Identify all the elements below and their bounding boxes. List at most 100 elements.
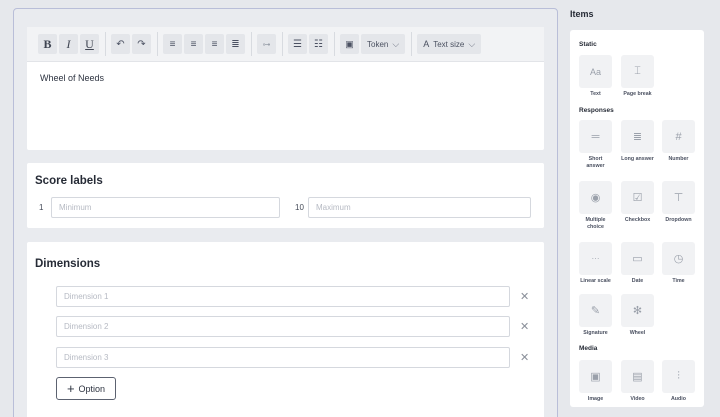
item-long-answer[interactable]: ≣ Long answer: [621, 120, 654, 163]
text-size-dropdown-label: Text size: [433, 39, 465, 49]
toolbar-divider: [251, 32, 252, 56]
rich-text-editor[interactable]: Wheel of Needs: [27, 62, 544, 94]
image-icon: ▣: [579, 360, 612, 393]
item-video[interactable]: ▤ Video: [621, 360, 654, 403]
items-panel: Static Aa Text ⌶ Page break Responses ═ …: [570, 30, 704, 407]
underline-button[interactable]: U: [80, 34, 99, 54]
token-dropdown[interactable]: Token ⌵: [361, 34, 406, 54]
item-linear-scale[interactable]: ··· Linear scale: [579, 242, 612, 285]
responses-section-label: Responses: [579, 107, 614, 114]
dimensions-card: Dimensions Dimension 1 ✕ Dimension 2 ✕ D…: [27, 242, 544, 417]
item-page-break[interactable]: ⌶ Page break: [621, 55, 654, 98]
page-break-icon: ⌶: [621, 55, 654, 88]
align-justify-button[interactable]: ≣: [226, 34, 245, 54]
redo-button[interactable]: ↷: [132, 34, 151, 54]
remove-dimension-icon[interactable]: ✕: [520, 320, 529, 333]
score-labels-title: Score labels: [35, 175, 103, 187]
signature-icon: ✎: [579, 294, 612, 327]
maximum-label-input[interactable]: Maximum: [308, 197, 531, 218]
align-right-button[interactable]: ≡: [205, 34, 224, 54]
plus-icon: +: [66, 381, 75, 396]
item-signature[interactable]: ✎ Signature: [579, 294, 612, 337]
min-score-number: 1: [39, 203, 44, 212]
bulleted-list-icon: ☰: [293, 38, 302, 50]
linear-scale-icon: ···: [579, 242, 612, 275]
item-dropdown[interactable]: ⊤ Dropdown: [662, 181, 695, 224]
align-left-button[interactable]: ≡: [163, 34, 182, 54]
max-score-number: 10: [295, 203, 304, 212]
item-label: Video: [630, 396, 645, 402]
bulleted-list-button[interactable]: ☰: [288, 34, 307, 54]
item-label: Text: [590, 91, 601, 97]
add-option-label: Option: [78, 383, 106, 394]
item-multiple-choice[interactable]: ◉ Multiple choice: [579, 181, 612, 232]
wheel-icon: ✻: [621, 294, 654, 327]
item-audio[interactable]: ⫶ Audio: [662, 360, 695, 403]
item-label: Audio: [670, 396, 686, 402]
item-label: Long answer: [621, 156, 654, 162]
dimension-placeholder: Dimension 3: [64, 353, 109, 362]
redo-icon: ↷: [137, 38, 146, 50]
item-label: Linear scale: [580, 278, 611, 284]
item-label: Wheel: [629, 330, 646, 336]
toolbar-divider: [334, 32, 335, 56]
item-label: Time: [672, 278, 685, 284]
dimension-input[interactable]: Dimension 2: [56, 316, 510, 337]
short-answer-icon: ═: [579, 120, 612, 153]
item-date[interactable]: ▭ Date: [621, 242, 654, 285]
item-time[interactable]: ◷ Time: [662, 242, 695, 285]
checkbox-icon: ☑: [621, 181, 654, 214]
item-wheel[interactable]: ✻ Wheel: [621, 294, 654, 337]
numbered-list-button[interactable]: ☷: [309, 34, 328, 54]
dimension-row: Dimension 2: [56, 316, 510, 337]
maximum-placeholder: Maximum: [316, 203, 351, 212]
minimum-label-input[interactable]: Minimum: [51, 197, 280, 218]
remove-dimension-icon[interactable]: ✕: [520, 290, 529, 303]
image-icon: ▣: [345, 38, 354, 49]
score-labels-card: Score labels 1 Minimum 10 Maximum: [27, 163, 544, 228]
toolbar-divider: [282, 32, 283, 56]
text-size-dropdown[interactable]: A Text size ⌵: [417, 34, 482, 54]
dimension-row: Dimension 1: [56, 286, 510, 307]
item-short-answer[interactable]: ═ Short answer: [579, 120, 612, 171]
max-score-row: 10 Maximum: [291, 197, 531, 218]
undo-icon: ↶: [116, 38, 125, 50]
align-right-icon: ≡: [211, 38, 218, 50]
text-block-card: B I U ↶ ↷ ≡ ≡ ≡ ≣ ⊶ ☰ ☷ ▣ Token ⌵ A Text…: [27, 27, 544, 150]
dimension-input[interactable]: Dimension 1: [56, 286, 510, 307]
remove-dimension-icon[interactable]: ✕: [520, 351, 529, 364]
editor-content: Wheel of Needs: [40, 73, 105, 83]
dimension-input[interactable]: Dimension 3: [56, 347, 510, 368]
toolbar-divider: [157, 32, 158, 56]
italic-button[interactable]: I: [59, 34, 78, 54]
item-text[interactable]: Aa Text: [579, 55, 612, 98]
bold-button[interactable]: B: [38, 34, 57, 54]
item-label: Checkbox: [624, 217, 651, 223]
undo-button[interactable]: ↶: [111, 34, 130, 54]
link-button[interactable]: ⊶: [257, 34, 276, 54]
dimensions-title: Dimensions: [35, 258, 101, 270]
link-icon: ⊶: [262, 39, 271, 49]
time-icon: ◷: [662, 242, 695, 275]
item-label: Image: [587, 396, 604, 402]
items-panel-title: Items: [570, 9, 594, 19]
long-answer-icon: ≣: [621, 120, 654, 153]
media-section-label: Media: [579, 345, 598, 352]
add-option-button[interactable]: + Option: [56, 377, 116, 400]
item-label: Date: [631, 278, 644, 284]
min-score-row: 1 Minimum: [35, 197, 280, 218]
dimension-row: Dimension 3: [56, 347, 510, 368]
multiple-choice-icon: ◉: [579, 181, 612, 214]
item-image[interactable]: ▣ Image: [579, 360, 612, 403]
align-center-icon: ≡: [190, 38, 197, 50]
toolbar-divider: [411, 32, 413, 56]
insert-image-button[interactable]: ▣: [340, 34, 359, 54]
item-number[interactable]: # Number: [662, 120, 695, 163]
align-center-button[interactable]: ≡: [184, 34, 203, 54]
item-checkbox[interactable]: ☑ Checkbox: [621, 181, 654, 224]
item-label: Short answer: [586, 156, 605, 170]
item-label: Multiple choice: [585, 217, 606, 231]
form-editor: B I U ↶ ↷ ≡ ≡ ≡ ≣ ⊶ ☰ ☷ ▣ Token ⌵ A Text…: [13, 8, 558, 417]
number-icon: #: [662, 120, 695, 153]
video-icon: ▤: [621, 360, 654, 393]
